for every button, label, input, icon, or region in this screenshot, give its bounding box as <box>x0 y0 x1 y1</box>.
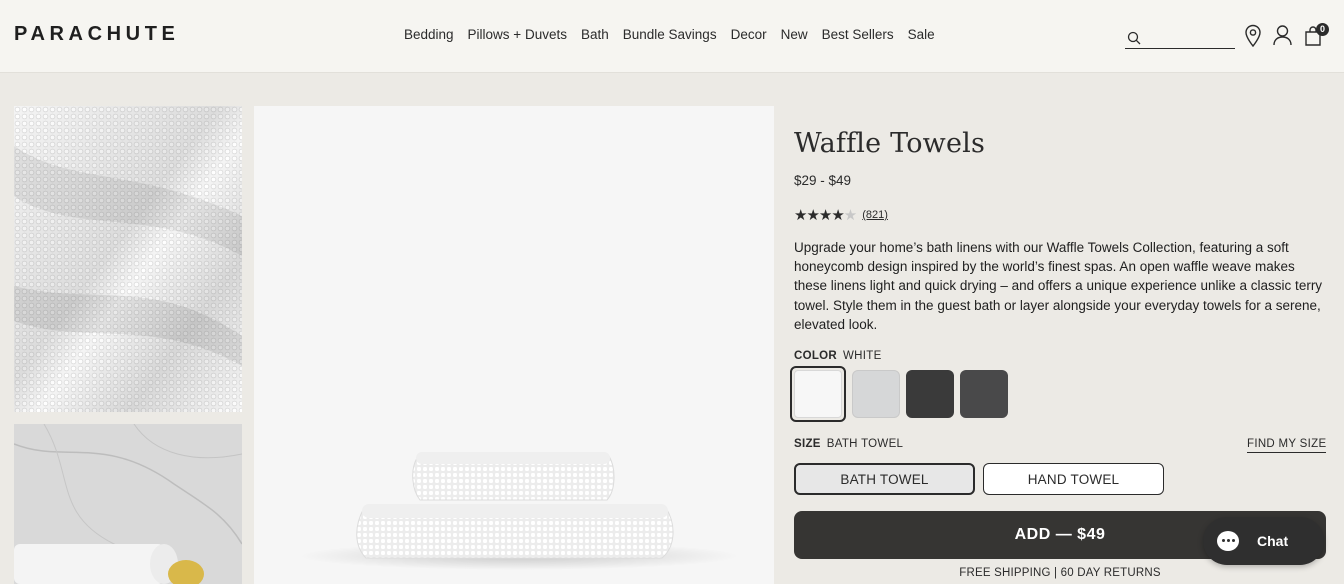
review-count-link[interactable]: (821) <box>862 209 888 221</box>
logo[interactable]: PARACHUTE <box>14 23 179 46</box>
nav-item-bundle-savings[interactable]: Bundle Savings <box>623 27 717 42</box>
main-product-image[interactable] <box>254 106 774 584</box>
color-swatch-white[interactable] <box>790 366 846 422</box>
cart-count-badge: 0 <box>1316 23 1329 36</box>
nav-item-sale[interactable]: Sale <box>908 27 935 42</box>
size-label: SIZE <box>794 438 821 450</box>
account-icon[interactable] <box>1272 24 1293 46</box>
product-rating: ★★★★★ (821) <box>794 206 888 224</box>
nav-item-new[interactable]: New <box>781 27 808 42</box>
waffle-texture-image <box>14 106 242 412</box>
color-selected-value: WHITE <box>843 350 882 362</box>
color-swatch-charcoal[interactable] <box>906 370 954 418</box>
size-option-label: SIZE BATH TOWEL <box>794 438 903 450</box>
search-icon <box>1127 31 1141 45</box>
size-button-hand-towel[interactable]: HAND TOWEL <box>983 463 1164 495</box>
nav-item-decor[interactable]: Decor <box>731 27 767 42</box>
color-swatch-dark-grey[interactable] <box>960 370 1008 418</box>
nav-item-bath[interactable]: Bath <box>581 27 609 42</box>
color-option-label: COLOR WHITE <box>794 350 882 362</box>
main-nav: Bedding Pillows + Duvets Bath Bundle Sav… <box>404 27 935 42</box>
product-description: Upgrade your home’s bath linens with our… <box>794 240 1323 332</box>
chat-bubble-icon <box>1217 531 1239 551</box>
bathroom-image <box>14 424 242 584</box>
chat-label: Chat <box>1257 533 1289 549</box>
shipping-note: FREE SHIPPING | 60 DAY RETURNS <box>959 567 1161 579</box>
color-swatches <box>790 366 1008 422</box>
nav-item-bedding[interactable]: Bedding <box>404 27 454 42</box>
location-pin-icon[interactable] <box>1243 24 1263 48</box>
product-price: $29 - $49 <box>794 173 852 188</box>
nav-item-best-sellers[interactable]: Best Sellers <box>822 27 894 42</box>
site-header: PARACHUTE Bedding Pillows + Duvets Bath … <box>0 0 1344 73</box>
folded-towels-image <box>299 452 739 570</box>
search-input[interactable] <box>1145 28 1233 47</box>
search-box[interactable] <box>1125 27 1235 49</box>
find-my-size-link[interactable]: FIND MY SIZE <box>1247 438 1327 453</box>
star-rating-icon: ★★★★★ <box>794 207 857 224</box>
chat-button[interactable]: Chat <box>1203 517 1324 565</box>
product-title: Waffle Towels <box>794 128 986 159</box>
size-selected-value: BATH TOWEL <box>826 438 904 450</box>
color-swatch-light-grey[interactable] <box>852 370 900 418</box>
swatch-fill <box>794 370 842 418</box>
size-button-bath-towel[interactable]: BATH TOWEL <box>794 463 975 495</box>
nav-item-pillows-duvets[interactable]: Pillows + Duvets <box>468 27 567 42</box>
gallery-thumbnail-bathroom[interactable] <box>14 424 242 584</box>
gallery-thumbnail-waffle-texture[interactable] <box>14 106 242 412</box>
color-label: COLOR <box>794 350 838 362</box>
